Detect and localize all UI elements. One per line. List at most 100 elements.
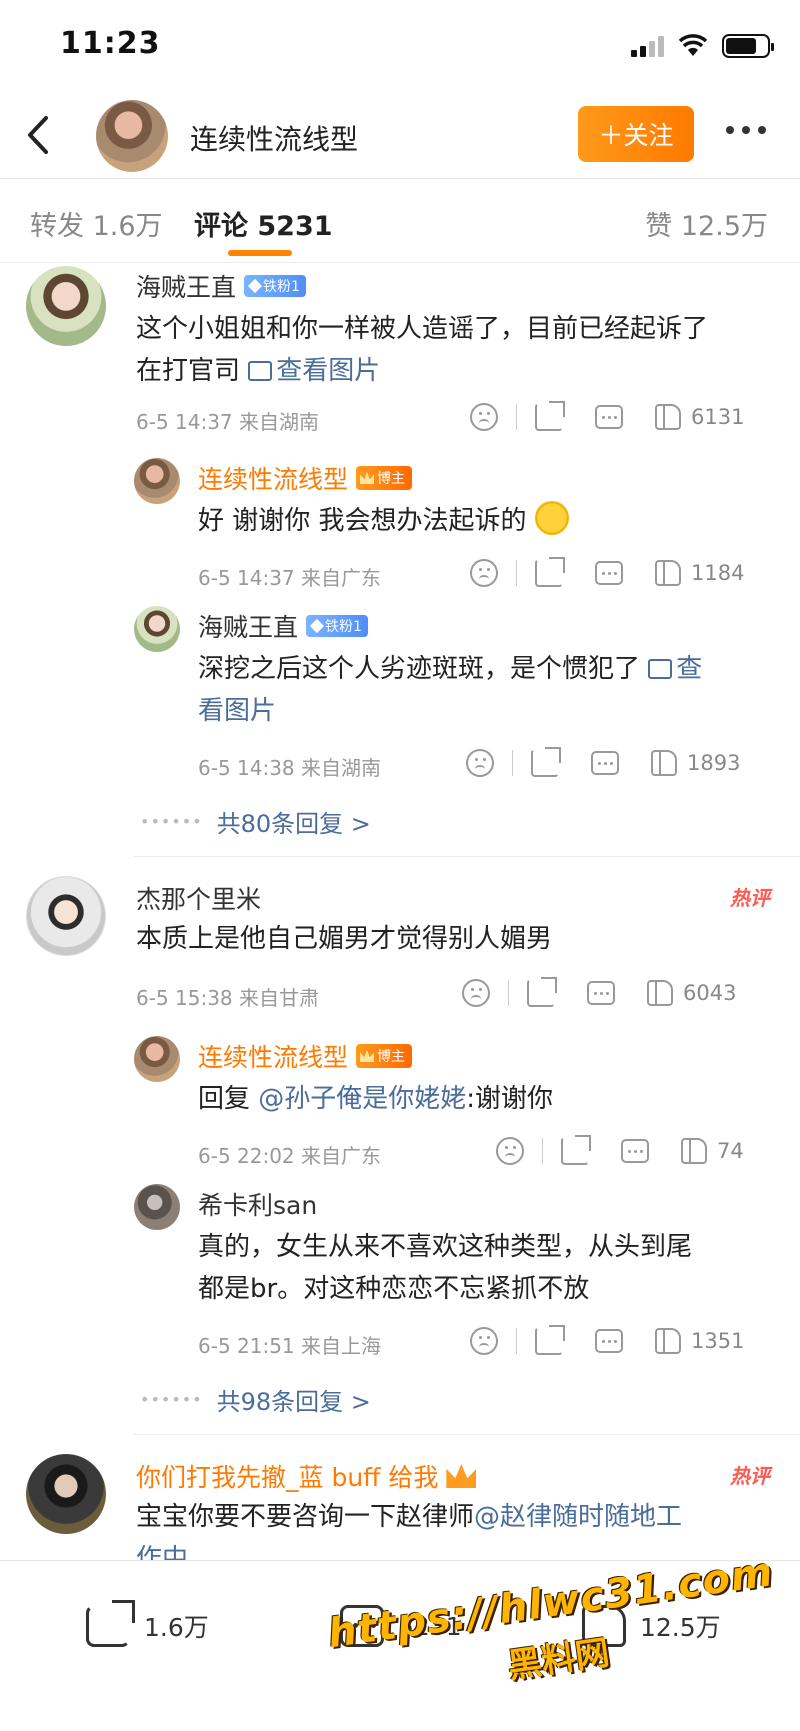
like-icon[interactable] bbox=[655, 404, 681, 430]
reply-icon[interactable] bbox=[587, 981, 615, 1005]
like-count[interactable]: 1893 bbox=[687, 751, 740, 775]
dislike-icon[interactable] bbox=[462, 979, 490, 1007]
divider bbox=[542, 1138, 543, 1164]
more-replies-label[interactable]: 共80条回复 > bbox=[217, 804, 371, 839]
battery-icon bbox=[722, 34, 774, 58]
reply-icon[interactable] bbox=[591, 751, 619, 775]
reply-line: 都是br。对这种恋恋不忘紧抓不放 bbox=[198, 1274, 590, 1304]
avatar[interactable] bbox=[26, 876, 106, 956]
like-icon[interactable] bbox=[651, 750, 677, 776]
view-image-link[interactable]: 查看图片 bbox=[248, 356, 380, 386]
follow-button[interactable]: ＋关注 bbox=[578, 106, 694, 162]
username-text[interactable]: 海贼王直 bbox=[198, 608, 298, 644]
dots-icon: •••••• bbox=[140, 1390, 203, 1409]
status-bar: 11:23 bbox=[0, 0, 800, 96]
username-text[interactable]: 连续性流线型 bbox=[198, 460, 348, 496]
comment-actions: 6131 bbox=[470, 400, 744, 434]
avatar[interactable] bbox=[134, 606, 180, 652]
author-avatar[interactable] bbox=[96, 100, 168, 172]
host-badge: 博主 bbox=[356, 466, 413, 490]
like-count[interactable]: 6131 bbox=[691, 405, 744, 429]
username-text[interactable]: 连续性流线型 bbox=[198, 1038, 348, 1074]
like-count[interactable]: 74 bbox=[717, 1139, 744, 1163]
reply-actions: 1893 bbox=[466, 746, 740, 780]
share-icon[interactable] bbox=[561, 1135, 591, 1165]
share-icon[interactable] bbox=[531, 747, 561, 777]
like-count[interactable]: 1351 bbox=[691, 1329, 744, 1353]
tab-bar: 转发 1.6万 评论 5231 赞 12.5万 bbox=[0, 178, 800, 262]
like-icon[interactable] bbox=[655, 1328, 681, 1354]
avatar[interactable] bbox=[26, 266, 106, 346]
like-count[interactable]: 6043 bbox=[683, 981, 736, 1005]
more-replies-label[interactable]: 共98条回复 > bbox=[217, 1382, 371, 1417]
like-icon[interactable] bbox=[647, 980, 673, 1006]
like-count[interactable]: 1184 bbox=[691, 561, 744, 585]
tab-repost[interactable]: 转发 1.6万 bbox=[30, 204, 163, 243]
reply-icon[interactable] bbox=[595, 561, 623, 585]
view-image-link[interactable]: 查 bbox=[648, 654, 702, 684]
avatar[interactable] bbox=[134, 1184, 180, 1230]
divider bbox=[516, 1328, 517, 1354]
reply-icon[interactable] bbox=[595, 1329, 623, 1353]
share-icon[interactable] bbox=[535, 557, 565, 587]
dislike-icon[interactable] bbox=[496, 1137, 524, 1165]
hot-comment-badge: 热评 bbox=[730, 886, 770, 910]
back-icon[interactable] bbox=[20, 112, 60, 158]
username-text[interactable]: 你们打我先撤_蓝 buff 给我 bbox=[136, 1458, 438, 1494]
avatar[interactable] bbox=[134, 1036, 180, 1082]
divider bbox=[516, 404, 517, 430]
comment-line: 这个小姐姐和你一样被人造谣了，目前已经起诉了 bbox=[136, 314, 709, 344]
divider bbox=[134, 856, 800, 857]
dislike-icon[interactable] bbox=[470, 559, 498, 587]
avatar[interactable] bbox=[134, 458, 180, 504]
comment-username[interactable]: 杰那个里米 bbox=[136, 880, 261, 916]
reply-meta: 6-5 14:38 来自湖南 bbox=[198, 756, 382, 780]
more-replies-link[interactable]: •••••• 共80条回复 > bbox=[140, 804, 371, 839]
comment-username[interactable]: 你们打我先撤_蓝 buff 给我 bbox=[136, 1458, 477, 1494]
reply-username[interactable]: 连续性流线型 博主 bbox=[198, 1038, 413, 1074]
image-icon bbox=[248, 361, 273, 381]
repost-count: 1.6万 bbox=[144, 1613, 209, 1642]
reply-username[interactable]: 希卡利san bbox=[198, 1186, 317, 1222]
username-text[interactable]: 海贼王直 bbox=[136, 268, 236, 304]
share-icon[interactable] bbox=[535, 401, 565, 431]
tab-active-indicator bbox=[228, 250, 292, 256]
comment-username[interactable]: 海贼王直 铁粉1 bbox=[136, 268, 306, 304]
tab-like[interactable]: 赞 12.5万 bbox=[645, 204, 768, 243]
more-replies-link[interactable]: •••••• 共98条回复 > bbox=[140, 1382, 371, 1417]
hot-comment-badge: 热评 bbox=[730, 1464, 770, 1488]
comment-line: 宝宝你要不要咨询一下赵律师@赵律随时随地工 bbox=[136, 1496, 776, 1538]
dislike-icon[interactable] bbox=[466, 749, 494, 777]
username-text[interactable]: 希卡利san bbox=[198, 1186, 317, 1222]
mention-link[interactable]: @孙子俺是你姥姥 bbox=[258, 1084, 466, 1114]
dislike-icon[interactable] bbox=[470, 403, 498, 431]
reply-username[interactable]: 连续性流线型 博主 bbox=[198, 460, 413, 496]
reply-icon[interactable] bbox=[595, 405, 623, 429]
avatar[interactable] bbox=[26, 1454, 106, 1534]
divider bbox=[516, 560, 517, 586]
share-icon[interactable] bbox=[527, 977, 557, 1007]
fan-badge: 铁粉1 bbox=[244, 275, 306, 297]
view-image-label[interactable]: 查 bbox=[676, 654, 702, 684]
share-icon bbox=[86, 1600, 135, 1647]
dislike-icon[interactable] bbox=[470, 1327, 498, 1355]
repost-button[interactable]: 1.6万 bbox=[86, 1600, 209, 1647]
host-badge: 博主 bbox=[356, 1044, 413, 1068]
reply-icon[interactable] bbox=[621, 1139, 649, 1163]
author-name[interactable]: 连续性流线型 bbox=[190, 118, 358, 158]
image-icon bbox=[648, 659, 673, 679]
reply-username[interactable]: 海贼王直 铁粉1 bbox=[198, 608, 368, 644]
tab-comment[interactable]: 评论 5231 bbox=[194, 204, 333, 243]
share-icon[interactable] bbox=[535, 1325, 565, 1355]
username-text[interactable]: 杰那个里米 bbox=[136, 880, 261, 916]
reply-meta: 6-5 22:02 来自广东 bbox=[198, 1144, 382, 1168]
like-icon[interactable] bbox=[655, 560, 681, 586]
badge-label: 博主 bbox=[377, 471, 406, 487]
badge-label: 铁粉1 bbox=[325, 619, 362, 635]
view-image-label[interactable]: 查看图片 bbox=[276, 356, 380, 386]
more-icon[interactable] bbox=[726, 126, 766, 134]
mention-link[interactable]: @赵律随时随地工 bbox=[474, 1502, 682, 1532]
like-icon[interactable] bbox=[681, 1138, 707, 1164]
divider bbox=[508, 980, 509, 1006]
view-image-link-continued[interactable]: 看图片 bbox=[198, 690, 778, 732]
